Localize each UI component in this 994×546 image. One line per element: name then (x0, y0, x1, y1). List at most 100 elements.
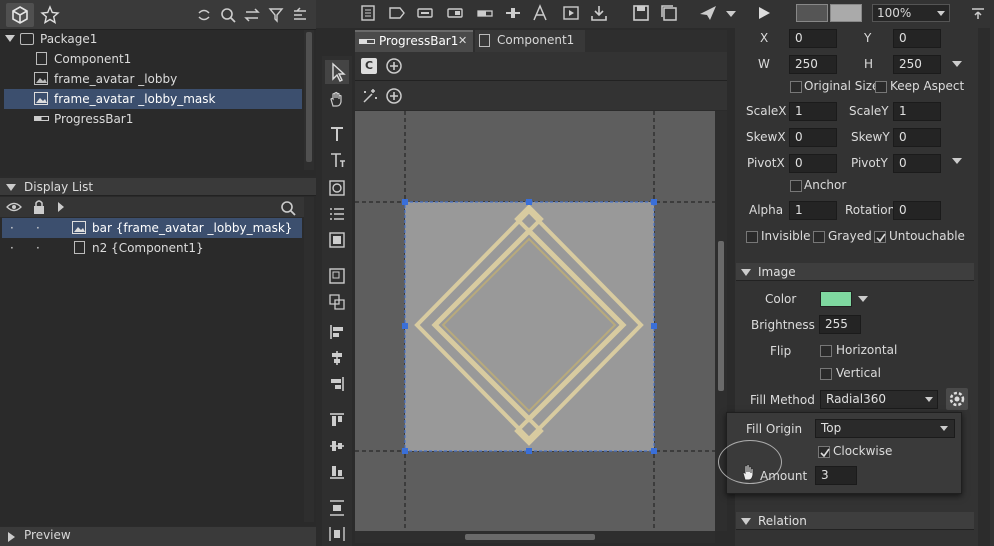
add-transition-icon[interactable] (385, 87, 403, 105)
play-icon[interactable] (756, 5, 772, 21)
tab-progressbar1[interactable]: ProgressBar1 ✕ (355, 30, 473, 52)
library-scrollbar[interactable] (304, 30, 314, 170)
align-middle-icon[interactable] (329, 438, 345, 454)
stage-canvas[interactable] (355, 111, 715, 531)
library-item-image-selected[interactable]: frame_avatar _lobby_mask (4, 89, 302, 109)
align-bottom-icon[interactable] (329, 464, 345, 480)
close-icon[interactable]: ✕ (458, 34, 467, 47)
align-center-icon[interactable] (329, 350, 345, 366)
grayed-checkbox[interactable] (813, 231, 825, 243)
align-right-icon[interactable] (329, 376, 345, 392)
add-controller-icon[interactable] (385, 57, 403, 75)
progressbar-icon[interactable] (476, 5, 494, 21)
color-swatch[interactable] (820, 291, 852, 307)
rotation-input[interactable]: 0 (893, 201, 941, 220)
lock-dot[interactable]: · (36, 218, 40, 238)
sort-icon[interactable] (292, 7, 308, 23)
collapse-arrow-icon[interactable] (5, 35, 15, 42)
image-section-header[interactable]: Image (736, 263, 974, 281)
save-icon[interactable] (632, 4, 650, 22)
select-tool[interactable] (325, 60, 349, 84)
graph-tool-icon[interactable] (329, 180, 345, 196)
foreground-color-swatch[interactable] (830, 4, 862, 22)
align-left-icon[interactable] (329, 324, 345, 340)
document-icon[interactable] (360, 5, 376, 21)
y-input[interactable]: 0 (893, 29, 941, 48)
list-tool-icon[interactable] (329, 206, 345, 222)
collapse-arrow-icon[interactable] (6, 184, 16, 191)
library-item-progressbar[interactable]: ProgressBar1 (34, 109, 304, 129)
align-top-icon[interactable] (329, 412, 345, 428)
library-item-image[interactable]: frame_avatar _lobby (34, 69, 304, 89)
movieclip-icon[interactable] (562, 5, 580, 21)
display-list-row-selected[interactable]: · · bar {frame_avatar _lobby_mask} (2, 218, 302, 238)
keep-aspect-checkbox[interactable] (875, 81, 887, 93)
component-tool-icon[interactable] (329, 294, 345, 310)
distribute-h-icon[interactable] (329, 526, 345, 542)
lock-icon[interactable] (32, 199, 46, 215)
background-color-swatch[interactable] (796, 4, 828, 22)
group-tool-icon[interactable] (329, 268, 345, 284)
clockwise-checkbox[interactable] (818, 446, 830, 458)
text-icon[interactable] (532, 4, 548, 22)
fill-settings-gear-icon[interactable] (946, 388, 968, 410)
loader-tool-icon[interactable] (329, 232, 345, 248)
eye-icon[interactable] (6, 200, 22, 214)
relation-section-header[interactable]: Relation (736, 512, 974, 530)
scalex-input[interactable]: 1 (789, 102, 837, 121)
color-picker-arrow-icon[interactable] (858, 296, 868, 302)
favorites-tab[interactable] (38, 3, 62, 27)
original-size-checkbox[interactable] (790, 81, 802, 93)
flip-horizontal-checkbox[interactable] (820, 345, 832, 357)
visibility-dot[interactable]: · (10, 238, 14, 258)
label-icon[interactable] (388, 5, 406, 21)
library-tab-active[interactable] (6, 3, 34, 27)
pivot-options-arrow-icon[interactable] (952, 158, 962, 164)
pivotx-input[interactable]: 0 (789, 154, 837, 173)
preview-panel[interactable]: Preview (0, 527, 316, 546)
display-list-header[interactable]: Display List (0, 178, 316, 196)
stage-horizontal-scrollbar[interactable] (355, 531, 715, 543)
dropdown-arrow-icon[interactable] (726, 11, 736, 17)
swap-icon[interactable] (244, 7, 260, 23)
skewy-input[interactable]: 0 (893, 128, 941, 147)
controller-button[interactable]: C (361, 58, 377, 74)
pivoty-input[interactable]: 0 (893, 154, 941, 173)
toggle-icon[interactable] (446, 5, 464, 21)
lock-dot[interactable]: · (36, 238, 40, 258)
alpha-input[interactable]: 1 (789, 201, 837, 220)
slider-icon[interactable] (504, 5, 522, 21)
invisible-checkbox[interactable] (746, 231, 758, 243)
text-tool-icon[interactable] (329, 126, 345, 142)
fill-method-select[interactable]: Radial360 (820, 390, 938, 409)
filter-icon[interactable] (268, 7, 284, 23)
save-all-icon[interactable] (660, 4, 678, 22)
button-icon[interactable] (416, 5, 434, 21)
inspector-scrollbar[interactable] (978, 28, 990, 546)
scaley-input[interactable]: 1 (893, 102, 941, 121)
more-icon[interactable] (970, 6, 986, 20)
flip-vertical-checkbox[interactable] (820, 368, 832, 380)
amount-input[interactable]: 3 (815, 466, 857, 485)
play-arrow-icon[interactable] (58, 202, 64, 212)
tab-component1[interactable]: Component1 (475, 30, 585, 52)
publish-icon[interactable] (698, 4, 718, 22)
display-list-scrollbar[interactable] (304, 197, 314, 522)
rich-text-tool-icon[interactable] (329, 152, 347, 168)
brightness-input[interactable]: 255 (819, 315, 861, 334)
transition-icon[interactable] (361, 87, 379, 105)
fill-origin-select[interactable]: Top (815, 419, 955, 438)
x-input[interactable]: 0 (789, 29, 837, 48)
distribute-v-icon[interactable] (329, 500, 345, 516)
visibility-dot[interactable]: · (10, 218, 14, 238)
skewx-input[interactable]: 0 (789, 128, 837, 147)
height-input[interactable]: 250 (893, 55, 941, 74)
hand-icon[interactable] (328, 90, 346, 108)
zoom-select[interactable]: 100% (872, 4, 950, 22)
width-input[interactable]: 250 (789, 55, 837, 74)
import-icon[interactable] (590, 4, 608, 22)
size-options-arrow-icon[interactable] (952, 61, 962, 67)
refresh-icon[interactable] (196, 7, 212, 23)
display-list-row[interactable]: · · n2 {Component1} (2, 238, 302, 258)
library-item-component[interactable]: Component1 (34, 49, 304, 69)
